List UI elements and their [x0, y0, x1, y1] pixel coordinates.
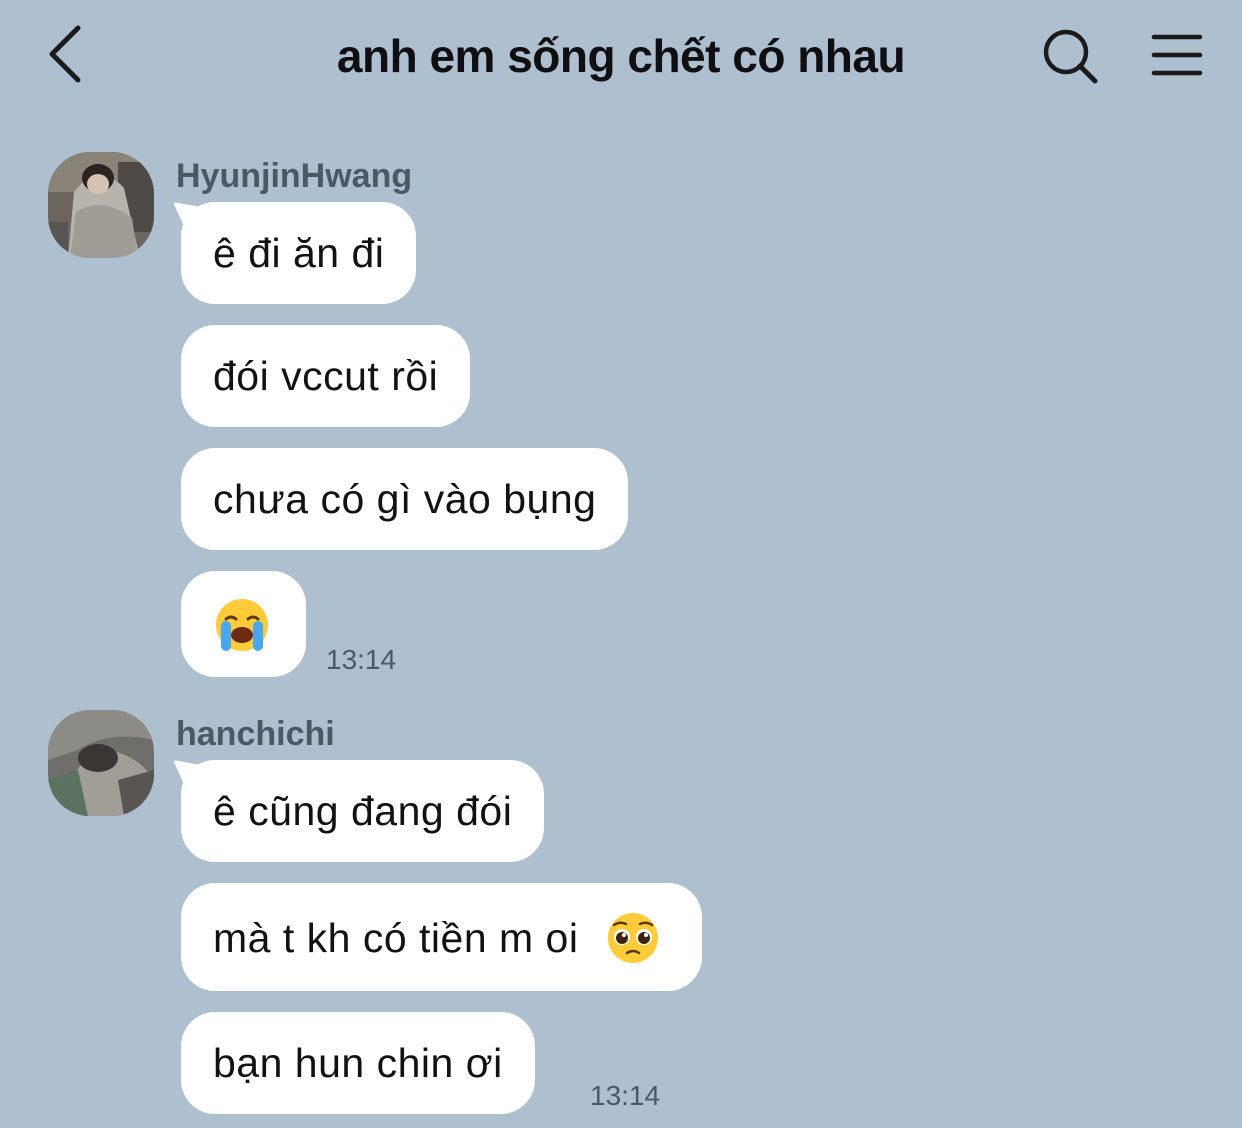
avatar-hanchichi[interactable] [48, 710, 154, 816]
chat-screen: anh em sống chết có nhau HyunjinHwang ê … [0, 0, 1242, 1128]
message-timestamp: 13:14 [326, 644, 397, 675]
message-text: đói vccut rồi [213, 353, 439, 399]
message-timestamp: 13:14 [590, 1080, 661, 1111]
sender-name: hanchichi [176, 715, 335, 753]
pleading-face-emoji [608, 913, 659, 964]
search-button[interactable] [1036, 22, 1104, 90]
message-text: mà t kh có tiền m oi [213, 915, 579, 961]
chevron-left-icon [49, 25, 81, 83]
message-bubble[interactable]: ê đi ăn đi [181, 202, 417, 304]
avatar-hyunjinhwang[interactable] [48, 152, 154, 258]
chat-header: anh em sống chết có nhau [0, 0, 1242, 112]
message-text: ê đi ăn đi [213, 230, 385, 276]
menu-button[interactable] [1144, 22, 1210, 88]
message-bubble[interactable]: ê cũng đang đói [181, 760, 545, 862]
search-icon [1043, 29, 1098, 84]
back-button[interactable] [36, 18, 96, 90]
message-bubble[interactable] [181, 571, 306, 677]
message-text: ê cũng đang đói [213, 788, 513, 834]
sender-name: HyunjinHwang [176, 157, 413, 195]
message-bubble[interactable]: bạn hun chin ơi [181, 1012, 535, 1114]
loudly-crying-face-emoji [216, 599, 268, 652]
message-bubble[interactable]: mà t kh có tiền m oi [181, 883, 703, 992]
message-bubble[interactable]: đói vccut rồi [181, 325, 471, 427]
message-text: bạn hun chin ơi [213, 1040, 503, 1086]
hamburger-menu-icon [1151, 34, 1203, 76]
chat-title: anh em sống chết có nhau [336, 30, 906, 82]
message-text: chưa có gì vào bụng [213, 476, 597, 522]
message-bubble[interactable]: chưa có gì vào bụng [181, 448, 629, 550]
